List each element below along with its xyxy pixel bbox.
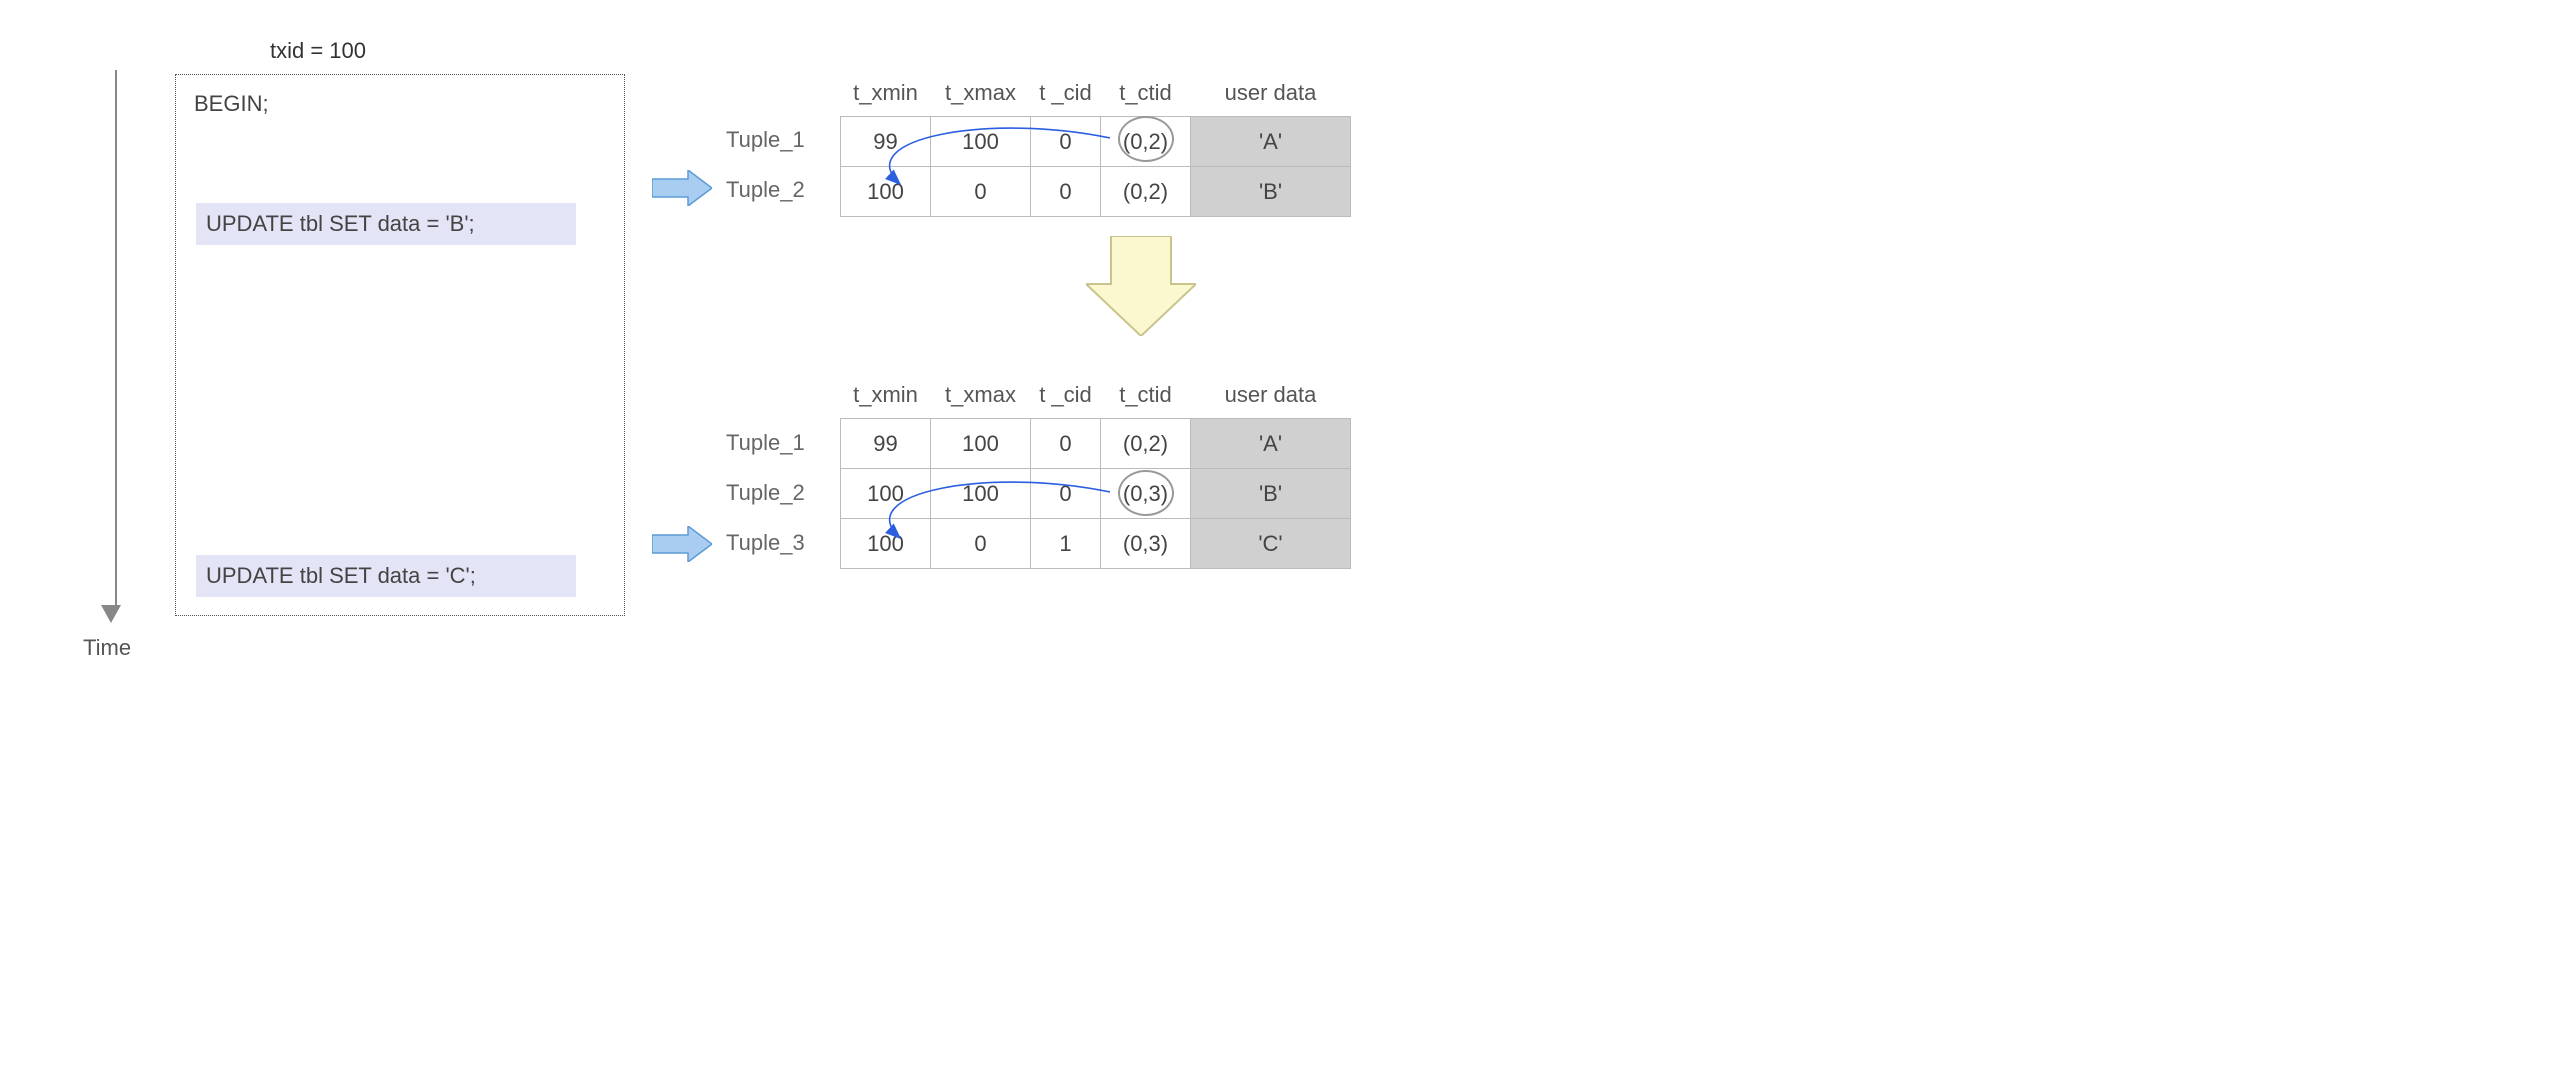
table-row: 100 100 0 (0,3) 'B' (841, 469, 1351, 519)
cell-ctid: (0,2) (1101, 167, 1191, 217)
tuple-labels-state2: Tuple_1 Tuple_2 Tuple_3 (726, 418, 805, 568)
col-header-xmax: t_xmax (931, 74, 1031, 117)
txid-label: txid = 100 (270, 38, 366, 64)
cell-xmax: 100 (931, 117, 1031, 167)
cell-ctid: (0,3) (1101, 469, 1191, 519)
table-row: 99 100 0 (0,2) 'A' (841, 117, 1351, 167)
arrow-right-icon (652, 526, 712, 562)
table-row: 99 100 0 (0,2) 'A' (841, 419, 1351, 469)
col-header-user: user data (1191, 74, 1351, 117)
sql-statement-second: UPDATE tbl SET data = 'C'; (196, 555, 576, 597)
cell-cid: 0 (1031, 469, 1101, 519)
cell-user: 'A' (1191, 117, 1351, 167)
col-header-xmax: t_xmax (931, 376, 1031, 419)
cell-user: 'A' (1191, 419, 1351, 469)
time-axis-arrow (110, 70, 121, 623)
tuple-table-state1: t_xmin t_xmax t _cid t_ctid user data 99… (840, 74, 1351, 217)
cell-xmin: 99 (841, 419, 931, 469)
arrow-down-icon (1086, 236, 1196, 342)
arrow-right-icon (652, 170, 712, 206)
cell-xmin: 99 (841, 117, 931, 167)
sql-statement-first: UPDATE tbl SET data = 'B'; (196, 203, 576, 245)
table-row: 100 0 1 (0,3) 'C' (841, 519, 1351, 569)
cell-user: 'B' (1191, 167, 1351, 217)
cell-ctid: (0,3) (1101, 519, 1191, 569)
col-header-xmin: t_xmin (841, 376, 931, 419)
tuple-labels-state1: Tuple_1 Tuple_2 (726, 115, 805, 215)
col-header-ctid: t_ctid (1101, 74, 1191, 117)
col-header-xmin: t_xmin (841, 74, 931, 117)
col-header-user: user data (1191, 376, 1351, 419)
table-header-row: t_xmin t_xmax t _cid t_ctid user data (841, 74, 1351, 117)
cell-cid: 0 (1031, 117, 1101, 167)
table-row: 100 0 0 (0,2) 'B' (841, 167, 1351, 217)
cell-xmax: 100 (931, 419, 1031, 469)
cell-ctid: (0,2) (1101, 117, 1191, 167)
cell-user: 'C' (1191, 519, 1351, 569)
begin-statement: BEGIN; (194, 91, 606, 117)
tuple-row-label: Tuple_1 (726, 115, 805, 165)
table-header-row: t_xmin t_xmax t _cid t_ctid user data (841, 376, 1351, 419)
cell-xmin: 100 (841, 469, 931, 519)
transaction-box: BEGIN; UPDATE tbl SET data = 'B'; UPDATE… (175, 74, 625, 616)
cell-ctid: (0,2) (1101, 419, 1191, 469)
cell-cid: 0 (1031, 419, 1101, 469)
cell-xmax: 0 (931, 519, 1031, 569)
tuple-row-label: Tuple_2 (726, 165, 805, 215)
cell-xmax: 0 (931, 167, 1031, 217)
tuple-row-label: Tuple_2 (726, 468, 805, 518)
col-header-cid: t _cid (1031, 74, 1101, 117)
cell-cid: 1 (1031, 519, 1101, 569)
cell-xmin: 100 (841, 519, 931, 569)
time-axis-label: Time (83, 635, 131, 661)
col-header-cid: t _cid (1031, 376, 1101, 419)
tuple-row-label: Tuple_1 (726, 418, 805, 468)
cell-cid: 0 (1031, 167, 1101, 217)
tuple-table-state2: t_xmin t_xmax t _cid t_ctid user data 99… (840, 376, 1351, 569)
col-header-ctid: t_ctid (1101, 376, 1191, 419)
cell-user: 'B' (1191, 469, 1351, 519)
cell-xmax: 100 (931, 469, 1031, 519)
diagram-stage: Time txid = 100 BEGIN; UPDATE tbl SET da… (40, 40, 1540, 680)
cell-xmin: 100 (841, 167, 931, 217)
tuple-row-label: Tuple_3 (726, 518, 805, 568)
